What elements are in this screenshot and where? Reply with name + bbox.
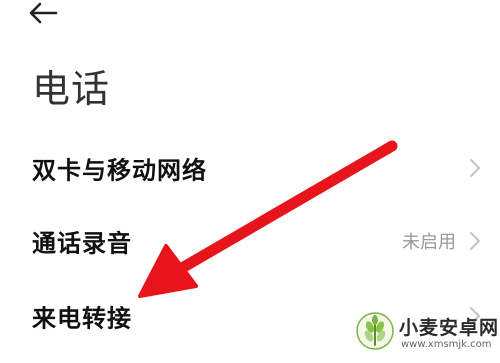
page-title: 电话	[32, 67, 111, 111]
settings-item-label: 双卡与移动网络	[32, 156, 207, 185]
settings-item-label: 通话录音	[32, 229, 132, 258]
watermark: 小麦安卓网 www.xmsmjk.com	[355, 307, 498, 359]
chevron-right-icon	[470, 159, 480, 177]
settings-item-dual-sim[interactable]: 双卡与移动网络	[0, 137, 500, 199]
settings-item-call-recording[interactable]: 通话录音 未启用	[0, 210, 500, 272]
watermark-name: 小麦安卓网	[399, 317, 500, 339]
watermark-url: www.xmsmjk.com	[401, 339, 492, 350]
chevron-right-icon	[470, 232, 480, 250]
status-text: 未启用	[402, 232, 456, 253]
wheat-logo-icon	[356, 312, 394, 350]
settings-item-label: 来电转接	[32, 304, 132, 333]
arrow-left-icon	[29, 2, 58, 24]
back-button[interactable]	[26, 0, 60, 26]
